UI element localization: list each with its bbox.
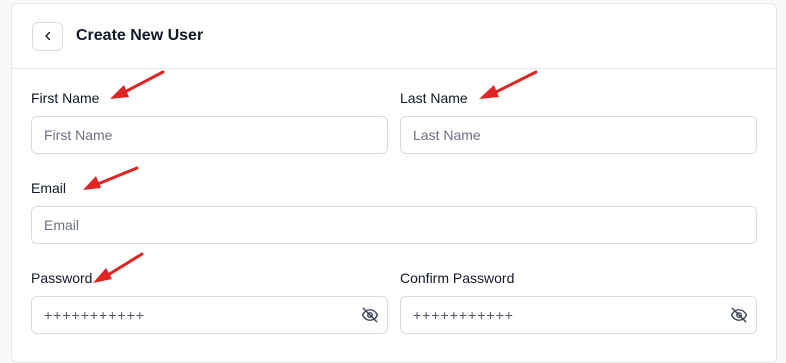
confirm-password-label: Confirm Password xyxy=(400,270,515,286)
card-header: Create New User xyxy=(12,4,776,69)
eye-off-icon[interactable] xyxy=(361,306,379,324)
confirm-password-input[interactable] xyxy=(400,296,757,334)
email-label: Email xyxy=(31,180,67,196)
chevron-left-icon xyxy=(44,31,50,41)
confirm-password-field xyxy=(400,296,757,334)
password-field xyxy=(31,296,388,334)
page-title: Create New User xyxy=(76,27,204,44)
last-name-label: Last Name xyxy=(400,90,468,106)
first-name-input[interactable] xyxy=(31,116,388,154)
last-name-input[interactable] xyxy=(400,116,757,154)
back-button[interactable] xyxy=(32,21,63,51)
eye-off-icon[interactable] xyxy=(730,306,748,324)
email-input[interactable] xyxy=(31,206,757,244)
first-name-label: First Name xyxy=(31,90,100,106)
password-input[interactable] xyxy=(31,296,388,334)
password-label: Password xyxy=(31,270,93,286)
